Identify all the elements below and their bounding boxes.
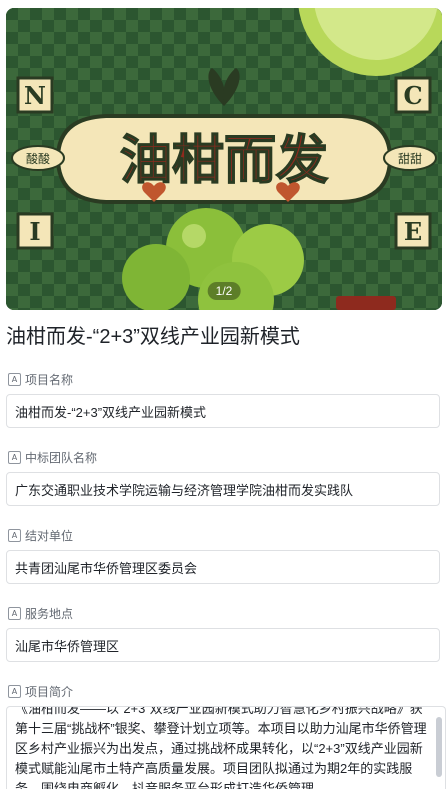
poster-letter-i: I [29,217,40,246]
field-label-team-name: A 中标团队名称 [8,449,97,466]
text-field-icon: A [8,529,21,542]
field-label-project-intro: A 项目简介 [8,683,73,700]
project-name-field[interactable]: 油柑而发-“2+3”双线产业园新模式 [6,394,440,428]
field-label-text: 项目名称 [25,373,74,387]
poster-letter-e: E [404,217,422,246]
project-intro-text: 《油柑而发——以“2+3”双线产业园新模式助力智慧化乡村振兴战略》获第十三届“挑… [15,706,427,789]
poster-tag-left: 酸酸 [26,151,50,166]
field-label-partner-unit: A 结对单位 [8,527,73,544]
poster-image: N C I E 油柑而发 酸酸 甜甜 [6,8,442,310]
text-field-icon: A [8,607,21,620]
poster-tag-right: 甜甜 [398,152,422,166]
carousel-page-indicator: 1/2 [207,282,241,300]
team-name-field[interactable]: 广东交通职业技术学院运输与经济管理学院油柑而发实践队 [6,472,440,506]
poster-letter-n: N [24,81,46,110]
field-label-text: 服务地点 [25,607,74,621]
text-field-icon: A [8,451,21,464]
field-label-text: 项目简介 [25,685,74,699]
service-location-field[interactable]: 汕尾市华侨管理区 [6,628,440,662]
poster-letter-c: C [403,81,422,110]
field-label-text: 结对单位 [25,529,74,543]
project-intro-textarea[interactable]: 《油柑而发——以“2+3”双线产业园新模式助力智慧化乡村振兴战略》获第十三届“挑… [6,706,446,789]
text-field-icon: A [8,685,21,698]
textarea-scrollbar[interactable] [436,717,442,777]
project-image-carousel[interactable]: N C I E 油柑而发 酸酸 甜甜 1/2 [6,8,442,310]
field-label-project-name: A 项目名称 [8,371,73,388]
page-title: 油柑而发-“2+3”双线产业园新模式 [6,326,300,348]
field-label-service-location: A 服务地点 [8,605,73,622]
text-field-icon: A [8,373,21,386]
partner-unit-field[interactable]: 共青团汕尾市华侨管理区委员会 [6,550,440,584]
poster-main-title: 油柑而发 [120,131,328,191]
field-label-text: 中标团队名称 [25,451,98,465]
